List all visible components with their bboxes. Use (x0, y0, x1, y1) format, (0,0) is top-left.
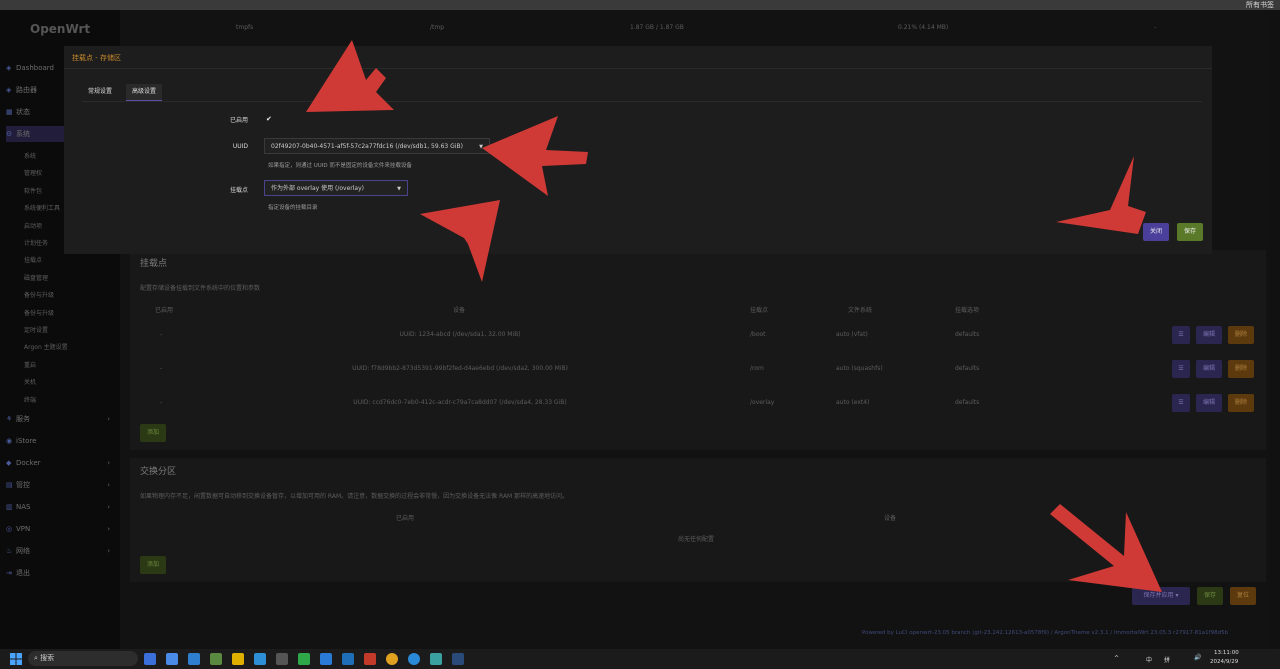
tray-lang-pinyin[interactable]: 拼 (1164, 655, 1170, 664)
taskbar-search[interactable]: ⌕ 搜索 (28, 651, 138, 666)
arrow-enabled (306, 40, 394, 112)
tray-caret-icon[interactable]: ^ (1114, 655, 1119, 662)
arrow-uuid (482, 116, 588, 196)
edge-icon[interactable] (408, 653, 420, 665)
windows-start-icon[interactable] (10, 653, 22, 665)
app-icon-10[interactable] (342, 653, 354, 665)
annotation-arrows (306, 40, 1162, 592)
tray-date[interactable]: 2024/9/29 (1210, 659, 1238, 665)
calendar-icon[interactable] (210, 653, 222, 665)
app-icon-1[interactable] (144, 653, 156, 665)
app-icon-7[interactable] (276, 653, 288, 665)
tray-time[interactable]: 13:11:00 (1214, 650, 1239, 656)
folder-icon[interactable] (232, 653, 244, 665)
chrome-icon[interactable] (386, 653, 398, 665)
arrow-mount (420, 200, 500, 282)
volume-icon[interactable]: 🔊 (1194, 654, 1201, 661)
arrow-close (1056, 156, 1146, 234)
taskbar: ⌕ 搜索 ^ 中 拼 🔊 13:11:00 2024/9/29 (0, 649, 1280, 669)
app-icon-14[interactable] (430, 653, 442, 665)
taskbar-search-label: 搜索 (40, 654, 55, 662)
app-icon-11[interactable] (364, 653, 376, 665)
mail-icon[interactable] (166, 653, 178, 665)
arrow-save-apply (1050, 504, 1162, 592)
app-icon-3[interactable] (188, 653, 200, 665)
store-app-icon[interactable] (254, 653, 266, 665)
search-icon: ⌕ (34, 654, 38, 662)
app-icon-9[interactable] (320, 653, 332, 665)
steam-icon[interactable] (452, 653, 464, 665)
tray-lang-zh[interactable]: 中 (1146, 655, 1152, 664)
excel-icon[interactable] (298, 653, 310, 665)
